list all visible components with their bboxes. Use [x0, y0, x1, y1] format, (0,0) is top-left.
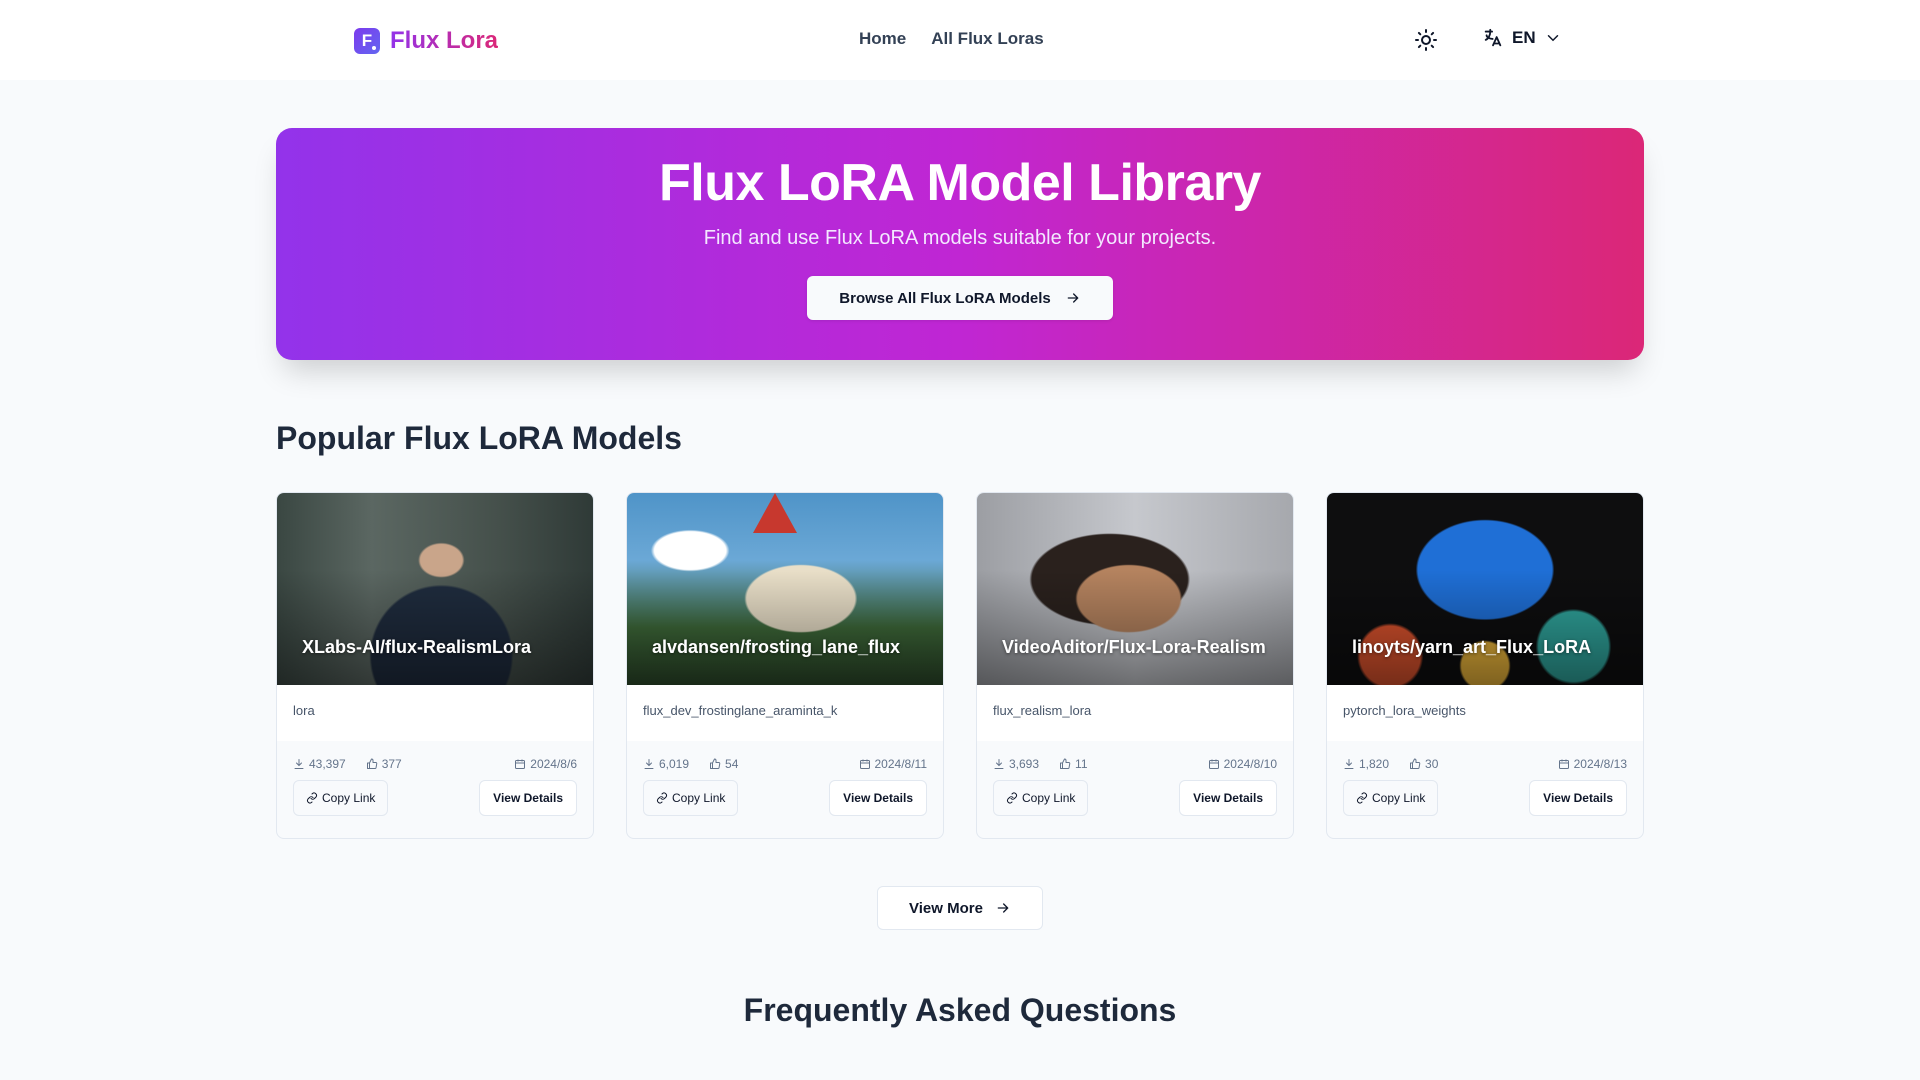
- calendar-icon: [1208, 759, 1219, 769]
- date-stat: 2024/8/11: [859, 757, 928, 771]
- downloads-stat: 43,397: [293, 757, 346, 771]
- download-icon: [994, 759, 1004, 769]
- thumbs-up-icon: [366, 758, 377, 769]
- copy-link-label: Copy Link: [1372, 791, 1426, 805]
- updated-date: 2024/8/13: [1573, 757, 1627, 771]
- logo-icon: F: [354, 28, 380, 54]
- sun-icon: [1415, 29, 1437, 51]
- thumbs-up-icon: [1060, 758, 1071, 769]
- thumbs-up-icon: [710, 758, 721, 769]
- copy-link-button[interactable]: Copy Link: [1343, 780, 1439, 816]
- copy-link-label: Copy Link: [672, 791, 726, 805]
- nav-all-flux-loras[interactable]: All Flux Loras: [931, 29, 1043, 49]
- downloads-stat: 6,019: [643, 757, 689, 771]
- view-more-button[interactable]: View More: [877, 886, 1043, 930]
- model-preview-image[interactable]: XLabs-AI/flux-RealismLora: [277, 493, 593, 685]
- model-card-grid: XLabs-AI/flux-RealismLora lora 43,397 37…: [276, 492, 1644, 839]
- downloads-stat: 1,820: [1343, 757, 1389, 771]
- likes-count: 11: [1075, 757, 1088, 771]
- downloads-count: 3,693: [1009, 757, 1040, 771]
- browse-all-button[interactable]: Browse All Flux LoRA Models: [807, 276, 1113, 320]
- copy-link-button[interactable]: Copy Link: [643, 780, 739, 816]
- date-stat: 2024/8/6: [514, 757, 577, 771]
- downloads-count: 1,820: [1359, 757, 1390, 771]
- hero-subtitle: Find and use Flux LoRA models suitable f…: [703, 227, 1217, 249]
- faq-section-title: Frequently Asked Questions: [743, 992, 1177, 1028]
- model-name: VideoAditor/Flux-Lora-Realism: [1002, 637, 1266, 657]
- browse-all-label: Browse All Flux LoRA Models: [839, 289, 1051, 307]
- downloads-stat: 3,693: [993, 757, 1039, 771]
- model-file-name: lora: [277, 685, 593, 741]
- link-icon: [657, 792, 667, 804]
- view-details-button[interactable]: View Details: [829, 780, 927, 816]
- copy-link-label: Copy Link: [1022, 791, 1076, 805]
- download-icon: [294, 759, 304, 769]
- likes-stat: 30: [1409, 757, 1438, 771]
- nav-home[interactable]: Home: [859, 29, 906, 49]
- link-icon: [307, 792, 317, 804]
- main-nav: Home All Flux Loras: [859, 29, 1044, 49]
- model-card: linoyts/yarn_art_Flux_LoRA pytorch_lora_…: [1326, 492, 1644, 839]
- model-name: XLabs-AI/flux-RealismLora: [302, 637, 532, 657]
- likes-stat: 11: [1059, 757, 1088, 771]
- model-preview-image[interactable]: VideoAditor/Flux-Lora-Realism: [977, 493, 1293, 685]
- view-details-button[interactable]: View Details: [479, 780, 577, 816]
- model-preview-image[interactable]: alvdansen/frosting_lane_flux: [627, 493, 943, 685]
- updated-date: 2024/8/11: [874, 757, 928, 771]
- copy-link-button[interactable]: Copy Link: [293, 780, 389, 816]
- model-card: XLabs-AI/flux-RealismLora lora 43,397 37…: [276, 492, 594, 839]
- logo[interactable]: F Flux Lora: [354, 27, 498, 55]
- updated-date: 2024/8/10: [1223, 757, 1277, 771]
- likes-stat: 54: [709, 757, 738, 771]
- language-code: EN: [1512, 28, 1536, 47]
- likes-count: 377: [381, 757, 402, 771]
- site-header: F Flux Lora Home All Flux Loras EN: [0, 0, 1920, 80]
- model-file-name: pytorch_lora_weights: [1327, 685, 1643, 741]
- language-selector[interactable]: EN: [1482, 27, 1562, 49]
- hero-title: Flux LoRA Model Library: [659, 154, 1261, 212]
- model-file-name: flux_dev_frostinglane_araminta_k: [627, 685, 943, 741]
- model-file-name: flux_realism_lora: [977, 685, 1293, 741]
- chevron-down-icon: [1547, 35, 1558, 42]
- calendar-icon: [859, 759, 870, 769]
- calendar-icon: [515, 759, 526, 769]
- view-details-button[interactable]: View Details: [1179, 780, 1277, 816]
- view-details-button[interactable]: View Details: [1529, 780, 1627, 816]
- arrow-right-icon: [1067, 293, 1079, 303]
- download-icon: [644, 759, 654, 769]
- hero-banner: Flux LoRA Model Library Find and use Flu…: [276, 128, 1644, 360]
- link-icon: [1007, 792, 1017, 804]
- download-icon: [1344, 759, 1354, 769]
- brand-name: Flux Lora: [390, 27, 499, 54]
- popular-section-title: Popular Flux LoRA Models: [276, 420, 682, 456]
- model-name: linoyts/yarn_art_Flux_LoRA: [1352, 637, 1592, 657]
- likes-count: 30: [1425, 757, 1439, 771]
- translate-icon: [1484, 28, 1502, 47]
- downloads-count: 6,019: [659, 757, 690, 771]
- likes-stat: 377: [366, 757, 402, 771]
- model-preview-image[interactable]: linoyts/yarn_art_Flux_LoRA: [1327, 493, 1643, 685]
- copy-link-label: Copy Link: [322, 791, 376, 805]
- likes-count: 54: [725, 757, 739, 771]
- arrow-right-icon: [997, 903, 1009, 913]
- thumbs-up-icon: [1410, 758, 1421, 769]
- view-more-label: View More: [909, 899, 983, 917]
- updated-date: 2024/8/6: [530, 757, 577, 771]
- date-stat: 2024/8/13: [1558, 757, 1627, 771]
- copy-link-button[interactable]: Copy Link: [993, 780, 1089, 816]
- theme-toggle-button[interactable]: [1414, 28, 1438, 52]
- model-card: VideoAditor/Flux-Lora-Realism flux_reali…: [976, 492, 1294, 839]
- calendar-icon: [1558, 759, 1569, 769]
- link-icon: [1357, 792, 1367, 804]
- downloads-count: 43,397: [309, 757, 346, 771]
- model-name: alvdansen/frosting_lane_flux: [652, 637, 901, 657]
- date-stat: 2024/8/10: [1208, 757, 1277, 771]
- model-card: alvdansen/frosting_lane_flux flux_dev_fr…: [626, 492, 944, 839]
